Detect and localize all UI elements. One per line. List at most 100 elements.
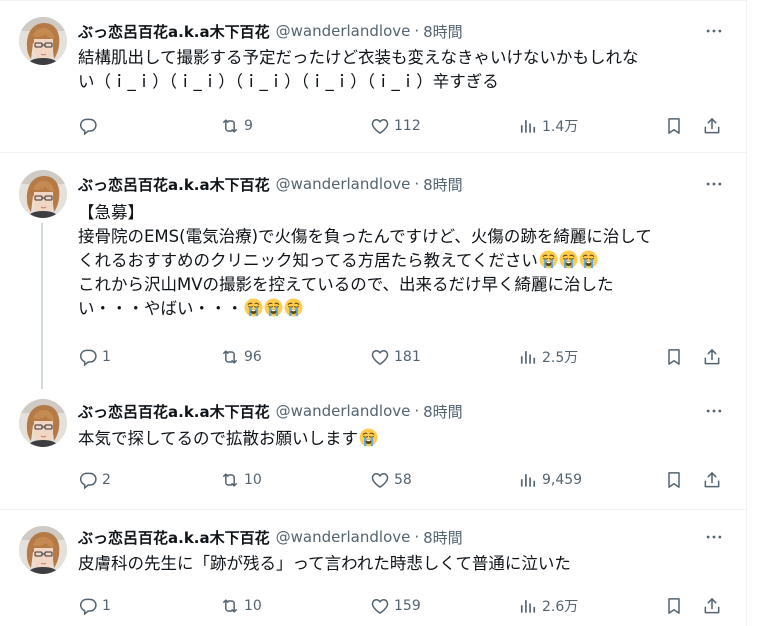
share-icon xyxy=(702,116,722,136)
reply-button[interactable]: 1 xyxy=(78,346,111,368)
views-count: 2.6万 xyxy=(542,599,579,615)
tweet-3[interactable]: ぶっ恋呂百花a.k.a木下百花 @wanderlandlove · 8時間 本気… xyxy=(0,387,746,509)
more-options-button[interactable] xyxy=(700,172,728,196)
more-options-button[interactable] xyxy=(700,399,728,423)
bookmark-button[interactable] xyxy=(664,346,684,368)
views-button[interactable]: 1.4万 xyxy=(518,115,578,137)
timestamp[interactable]: 8時間 xyxy=(423,527,463,548)
action-bar: 1 96 181 2.5万 xyxy=(78,346,738,368)
heart-icon xyxy=(370,470,390,490)
user-handle[interactable]: @wanderlandlove xyxy=(276,175,411,193)
views-icon xyxy=(518,347,538,367)
reply-count: 1 xyxy=(102,598,111,614)
timestamp[interactable]: 8時間 xyxy=(423,401,463,422)
views-count: 1.4万 xyxy=(542,119,579,135)
tweet-4[interactable]: ぶっ恋呂百花a.k.a木下百花 @wanderlandlove · 8時間 皮膚… xyxy=(0,510,746,626)
loudly-crying-face-emoji xyxy=(559,250,578,269)
display-name[interactable]: ぶっ恋呂百花a.k.a木下百花 xyxy=(78,21,270,42)
reply-button[interactable]: 1 xyxy=(78,595,111,617)
avatar[interactable] xyxy=(19,526,67,574)
avatar[interactable] xyxy=(19,170,67,218)
views-count: 2.5万 xyxy=(542,350,579,366)
loudly-crying-face-emoji xyxy=(579,250,598,269)
avatar-photo xyxy=(19,170,67,218)
display-name[interactable]: ぶっ恋呂百花a.k.a木下百花 xyxy=(78,174,270,195)
tweet-text-line: 皮膚科の先生に「跡が残る」って言われた時悲しくて普通に泣いた xyxy=(78,554,571,573)
tweet-text-line: これから沢山MVの撮影を控えているので、出来るだけ早く綺麗に治した xyxy=(78,275,614,294)
like-button[interactable]: 159 xyxy=(370,595,421,617)
loudly-crying-face-emoji xyxy=(539,250,558,269)
thread-connector-line xyxy=(41,223,43,389)
tweet-text-segment: い・・・やばい・・・ xyxy=(78,299,243,318)
user-handle[interactable]: @wanderlandlove xyxy=(276,528,411,546)
tweet-header: ぶっ恋呂百花a.k.a木下百花 @wanderlandlove · 8時間 xyxy=(78,399,463,423)
retweet-count: 9 xyxy=(244,118,253,134)
tweet-text-line: くれるおすすめのクリニック知ってる方居たら教えてください xyxy=(78,249,738,273)
loudly-crying-face-emoji xyxy=(244,298,263,317)
display-name[interactable]: ぶっ恋呂百花a.k.a木下百花 xyxy=(78,527,270,548)
reply-count: 1 xyxy=(102,349,111,365)
reply-icon xyxy=(78,596,98,616)
retweet-icon xyxy=(220,116,240,136)
timestamp[interactable]: 8時間 xyxy=(423,174,463,195)
share-button[interactable] xyxy=(702,595,722,617)
views-count: 9,459 xyxy=(542,472,583,488)
tweet-2[interactable]: ぶっ恋呂百花a.k.a木下百花 @wanderlandlove · 8時間 【急… xyxy=(0,153,746,389)
reply-button[interactable]: 2 xyxy=(78,469,111,491)
retweet-count: 10 xyxy=(244,472,262,488)
heart-icon xyxy=(370,116,390,136)
views-button[interactable]: 9,459 xyxy=(518,469,582,491)
retweet-button[interactable]: 10 xyxy=(220,595,262,617)
avatar-photo xyxy=(19,17,67,65)
like-count: 58 xyxy=(394,472,412,488)
action-bar: 1 10 159 2.6万 xyxy=(78,595,738,617)
tweet-text-line: 接骨院のEMS(電気治療)で火傷を負ったんですけど、火傷の跡を綺麗に治して xyxy=(78,227,652,246)
loudly-crying-face-emoji xyxy=(359,428,378,447)
separator-dot: · xyxy=(414,22,420,40)
tweet-1[interactable]: ぶっ恋呂百花a.k.a木下百花 @wanderlandlove · 8時間 結構… xyxy=(0,0,746,152)
display-name[interactable]: ぶっ恋呂百花a.k.a木下百花 xyxy=(78,401,270,422)
user-handle[interactable]: @wanderlandlove xyxy=(276,402,411,420)
timestamp[interactable]: 8時間 xyxy=(423,21,463,42)
share-icon xyxy=(702,347,722,367)
separator-dot: · xyxy=(414,402,420,420)
separator-dot: · xyxy=(414,175,420,193)
retweet-button[interactable]: 96 xyxy=(220,346,262,368)
bookmark-icon xyxy=(664,470,684,490)
bookmark-button[interactable] xyxy=(664,595,684,617)
more-options-button[interactable] xyxy=(700,525,728,549)
bookmark-icon xyxy=(664,596,684,616)
like-button[interactable]: 58 xyxy=(370,469,412,491)
bookmark-button[interactable] xyxy=(664,115,684,137)
avatar-photo xyxy=(19,399,67,447)
retweet-count: 10 xyxy=(244,598,262,614)
action-bar: 9 112 1.4万 xyxy=(78,115,738,137)
reply-button[interactable] xyxy=(78,115,102,137)
user-handle[interactable]: @wanderlandlove xyxy=(276,22,411,40)
timeline-border xyxy=(746,0,747,626)
retweet-button[interactable]: 10 xyxy=(220,469,262,491)
share-button[interactable] xyxy=(702,469,722,491)
retweet-icon xyxy=(220,347,240,367)
share-button[interactable] xyxy=(702,346,722,368)
tweet-text-segment: 本気で探してるので拡散お願いします xyxy=(78,429,359,448)
share-button[interactable] xyxy=(702,115,722,137)
more-options-button[interactable] xyxy=(700,19,728,43)
views-icon xyxy=(518,116,538,136)
bookmark-icon xyxy=(664,116,684,136)
avatar[interactable] xyxy=(19,399,67,447)
bookmark-button[interactable] xyxy=(664,469,684,491)
tweet-text-segment: くれるおすすめのクリニック知ってる方居たら教えてください xyxy=(78,251,538,270)
timeline: ぶっ恋呂百花a.k.a木下百花 @wanderlandlove · 8時間 結構… xyxy=(0,0,747,626)
like-button[interactable]: 181 xyxy=(370,346,421,368)
views-button[interactable]: 2.5万 xyxy=(518,346,578,368)
retweet-button[interactable]: 9 xyxy=(220,115,253,137)
avatar[interactable] xyxy=(19,17,67,65)
share-icon xyxy=(702,470,722,490)
views-button[interactable]: 2.6万 xyxy=(518,595,578,617)
retweet-count: 96 xyxy=(244,349,262,365)
like-button[interactable]: 112 xyxy=(370,115,421,137)
tweet-text-line: い・・・やばい・・・ xyxy=(78,297,738,321)
tweet-text: 皮膚科の先生に「跡が残る」って言われた時悲しくて普通に泣いた xyxy=(78,552,738,576)
like-count: 181 xyxy=(394,349,421,365)
